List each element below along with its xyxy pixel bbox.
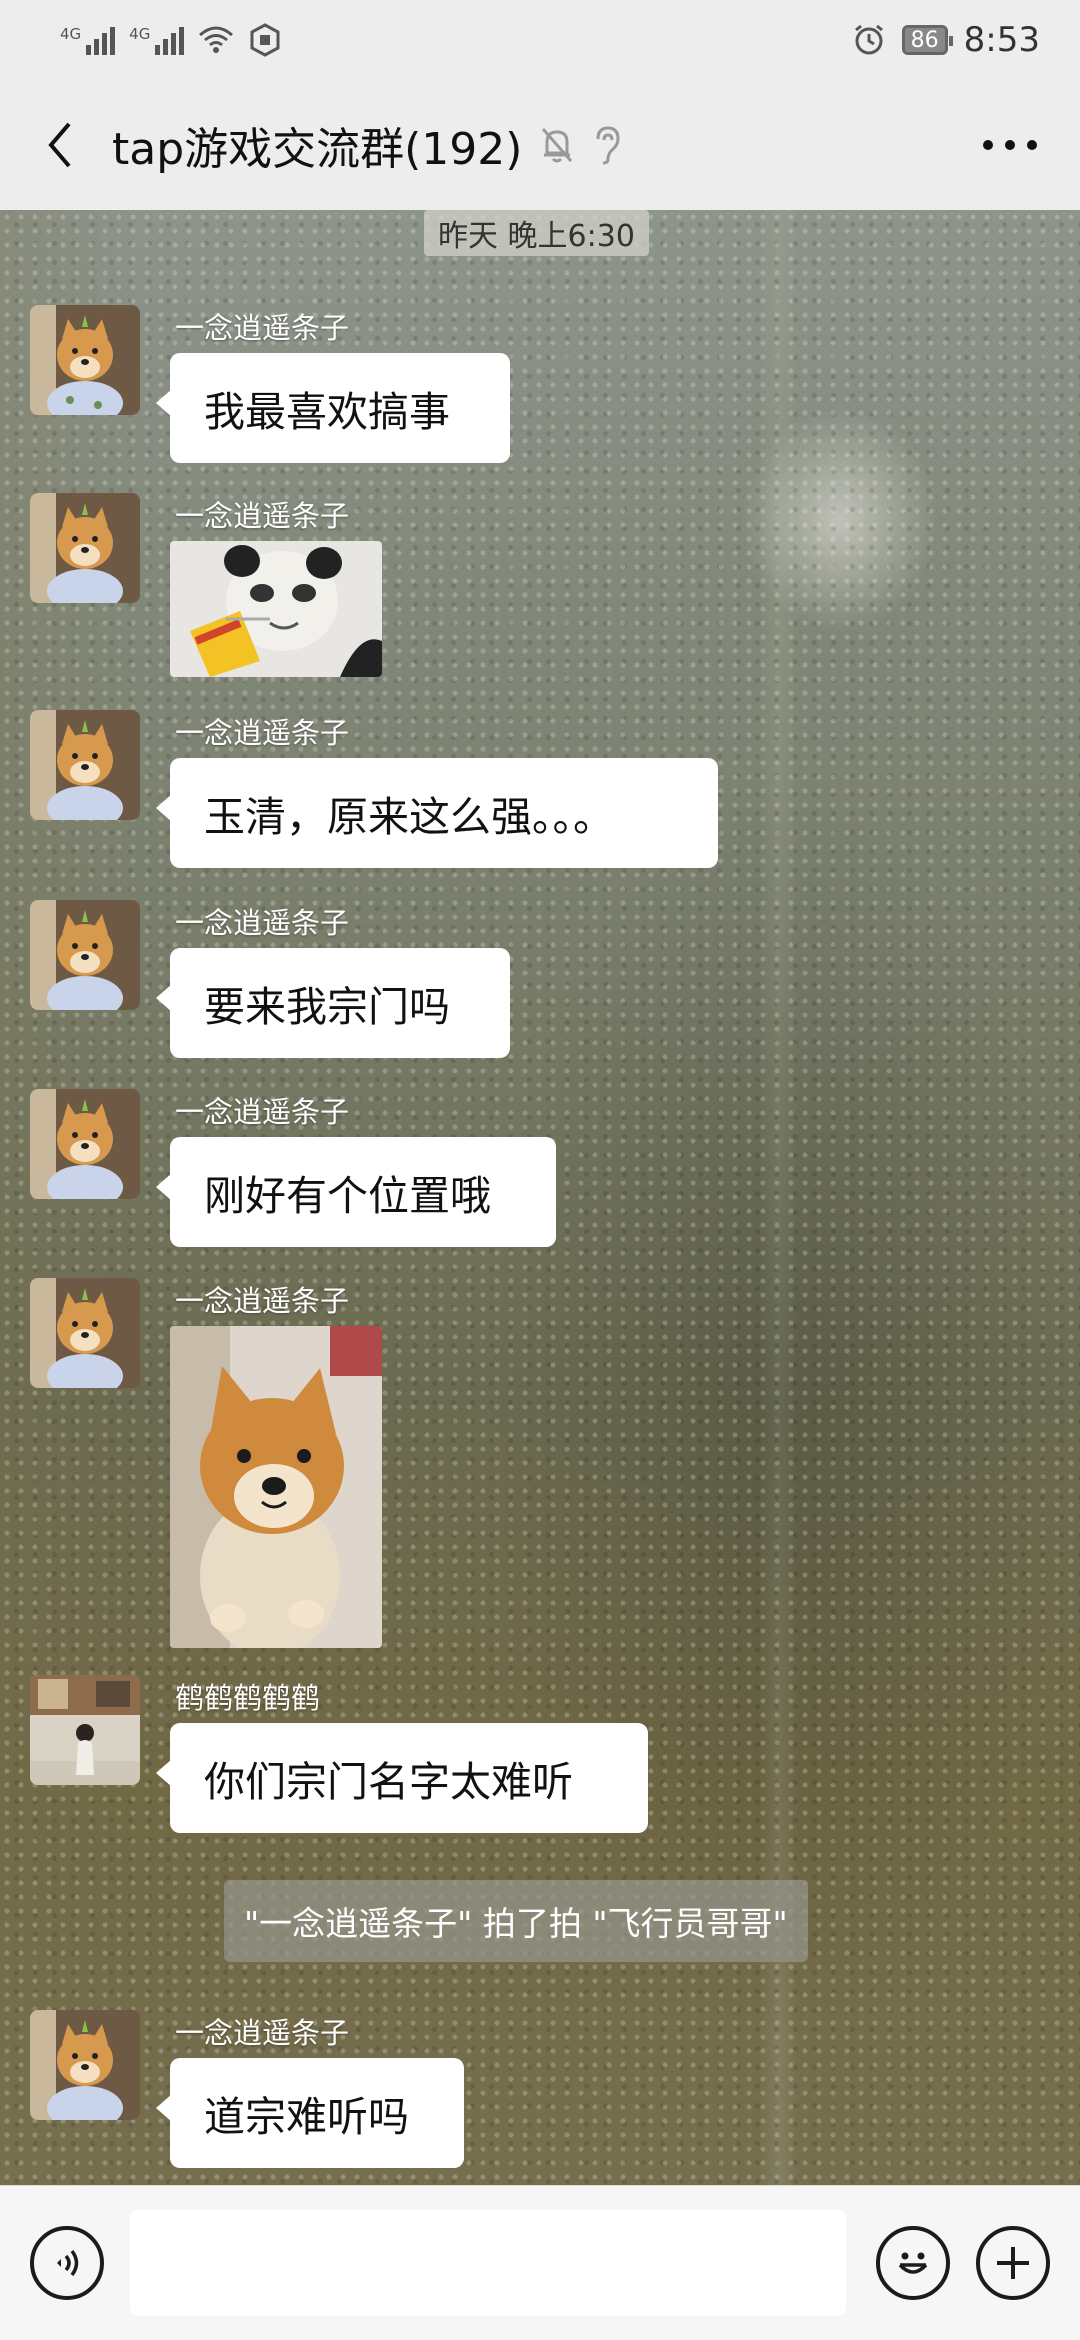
- sender-name: 一念逍遥条子: [175, 1095, 350, 1129]
- sim2-label: 4G: [129, 25, 151, 43]
- plus-icon: [997, 2247, 1029, 2279]
- message-bubble[interactable]: 玉清，原来这么强。。。: [156, 758, 718, 868]
- avatar[interactable]: [30, 710, 140, 820]
- message-bubble[interactable]: 刚好有个位置哦: [156, 1137, 556, 1247]
- avatar[interactable]: [30, 1675, 140, 1785]
- status-right: 86 8:53: [852, 20, 1040, 60]
- voice-icon: [57, 2249, 79, 2277]
- battery-level: 86: [910, 27, 939, 53]
- sender-name: 鹤鹤鹤鹤鹤: [175, 1681, 321, 1715]
- avatar[interactable]: [30, 2010, 140, 2120]
- input-actions: [876, 2226, 1050, 2300]
- sender-name: 一念逍遥条子: [175, 716, 350, 750]
- input-bar: [0, 2185, 1080, 2340]
- sender-name: 一念逍遥条子: [175, 499, 350, 533]
- sender-name: 一念逍遥条子: [175, 906, 350, 940]
- signal-icon: 4G: [60, 25, 116, 55]
- smiley-icon: [898, 2252, 928, 2274]
- chat-title: tap游戏交流群(192): [112, 124, 523, 175]
- more-options-button[interactable]: [970, 115, 1050, 175]
- chevron-left-icon: [48, 122, 71, 168]
- ear-icon: [596, 126, 620, 165]
- more-dots-icon: [983, 140, 1037, 150]
- sim1-label: 4G: [60, 25, 82, 43]
- clock: 8:53: [963, 20, 1040, 60]
- panda-drink-sticker[interactable]: [170, 541, 382, 677]
- message-bubble[interactable]: 我最喜欢搞事: [156, 353, 510, 463]
- back-button[interactable]: [30, 115, 90, 175]
- message-bubble[interactable]: 要来我宗门吗: [156, 948, 510, 1058]
- sender-name: 一念逍遥条子: [175, 2016, 350, 2050]
- voice-input-button[interactable]: [30, 2226, 104, 2300]
- message-bubble[interactable]: 你们宗门名字太难听: [156, 1723, 648, 1833]
- add-attachment-button[interactable]: [976, 2226, 1050, 2300]
- app-notification-icon: [250, 23, 280, 57]
- avatar[interactable]: [30, 493, 140, 603]
- pat-system-notice: "一念逍遥条子" 拍了拍 "飞行员哥哥": [224, 1880, 808, 1962]
- bell-muted-icon: [542, 128, 573, 163]
- chat-area[interactable]: 昨天 晚上6:30 一念逍遥条子 我最喜欢搞事 一念逍遥条子 一念逍遥条子 玉清…: [0, 210, 1080, 2185]
- sender-name: 一念逍遥条子: [175, 311, 350, 345]
- wifi-icon: [199, 26, 234, 53]
- shiba-dog-sticker[interactable]: [170, 1326, 382, 1648]
- avatar[interactable]: [30, 305, 140, 415]
- battery-icon: 86: [901, 25, 953, 55]
- message-bubble[interactable]: 道宗难听吗: [156, 2058, 464, 2168]
- alarm-icon: [854, 24, 883, 55]
- header-status-icons: [540, 125, 622, 165]
- status-left: 4G 4G: [60, 23, 282, 57]
- message-input[interactable]: [130, 2210, 846, 2316]
- status-bar: 4G 4G 86 8:53: [0, 0, 1080, 80]
- emoji-button[interactable]: [876, 2226, 950, 2300]
- sender-name: 一念逍遥条子: [175, 1284, 350, 1318]
- message-timestamp: 昨天 晚上6:30: [424, 210, 649, 256]
- signal-icon-2: 4G: [129, 25, 185, 55]
- avatar[interactable]: [30, 1089, 140, 1199]
- avatar[interactable]: [30, 1278, 140, 1388]
- avatar[interactable]: [30, 900, 140, 1010]
- chat-header: tap游戏交流群(192): [0, 80, 1080, 210]
